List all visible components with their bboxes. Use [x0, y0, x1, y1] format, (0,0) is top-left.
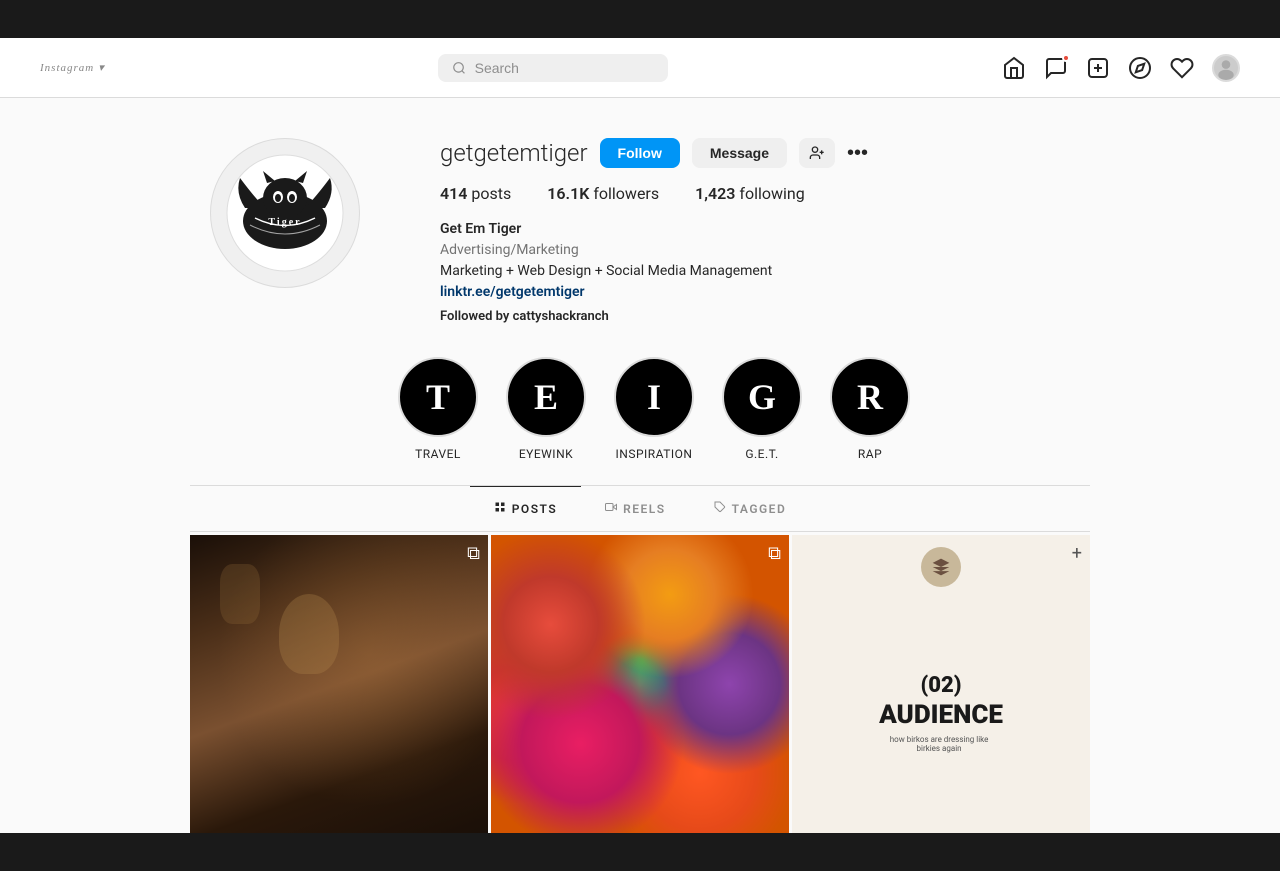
add-friend-button[interactable]	[799, 138, 835, 168]
profile-username: getgetemtiger	[440, 139, 588, 167]
highlight-item-eyewink[interactable]: E EYEWINK	[506, 357, 586, 461]
notification-dot	[1062, 54, 1070, 62]
browser-top-bar	[0, 0, 1280, 38]
profile-stats: 414 posts 16.1K followers 1,423 followin…	[440, 184, 1070, 203]
posts-tab-icon	[494, 501, 506, 517]
tab-tagged[interactable]: TAGGED	[690, 486, 811, 531]
profile-avatar: GET EM Tiger	[210, 138, 360, 288]
highlight-label-inspiration: INSPIRATION	[616, 447, 693, 461]
messenger-icon[interactable]	[1044, 56, 1068, 80]
tagged-tab-label: TAGGED	[732, 502, 787, 516]
logo-chevron: ▾	[98, 61, 105, 74]
person-add-icon	[809, 145, 825, 161]
more-options-button[interactable]: •••	[847, 142, 868, 165]
profile-info: getgetemtiger Follow Message •••	[440, 138, 1070, 327]
tab-reels[interactable]: REELS	[581, 486, 689, 531]
svg-text:Tiger: Tiger	[268, 217, 301, 228]
profile-header: GET EM Tiger getgetemtiger Follow Messag…	[210, 138, 1070, 327]
post-3-title: AUDIENCE	[879, 700, 1003, 731]
highlight-item-g.e.t.[interactable]: G G.E.T.	[722, 357, 802, 461]
highlight-circle-travel: T	[398, 357, 478, 437]
highlight-circle-inspiration: I	[614, 357, 694, 437]
post-3-num: (02)	[879, 673, 1003, 699]
highlight-label-g.e.t.: G.E.T.	[745, 447, 778, 461]
post-3-action-icon: +	[1072, 543, 1082, 564]
follow-button[interactable]: Follow	[600, 138, 680, 168]
avatar-icon[interactable]	[1212, 54, 1240, 82]
grid-item-3[interactable]: (02) AUDIENCE how birkos are dressing li…	[792, 535, 1090, 833]
message-button[interactable]: Message	[692, 138, 787, 168]
profile-section: GET EM Tiger getgetemtiger Follow Messag…	[190, 98, 1090, 327]
post-2-multi-icon: ⧉	[768, 543, 781, 564]
highlights-container: T TRAVEL E EYEWINK I INSPIRATION G G.E.T. R RAP	[398, 357, 910, 461]
posts-grid: ⧉ ⧉ (02) AUDIENCE how birkos are dressin…	[190, 535, 1090, 833]
search-input[interactable]	[475, 60, 655, 76]
bio-link[interactable]: linktr.ee/getgetemtiger	[440, 284, 585, 300]
highlights-section: T TRAVEL E EYEWINK I INSPIRATION G G.E.T. R RAP	[190, 357, 1090, 486]
search-icon	[452, 60, 466, 76]
highlight-label-travel: TRAVEL	[415, 447, 461, 461]
highlight-circle-eyewink: E	[506, 357, 586, 437]
svg-text:GET EM: GET EM	[272, 170, 299, 177]
posts-stat: 414 posts	[440, 184, 511, 203]
post-3-sub: how birkos are dressing like birkies aga…	[879, 735, 999, 754]
post-1-multi-icon: ⧉	[467, 543, 480, 564]
posts-tab-label: POSTS	[512, 502, 557, 516]
add-icon[interactable]	[1086, 56, 1110, 80]
grid-item-1[interactable]: ⧉	[190, 535, 488, 833]
navigation: Instagram ▾	[0, 38, 1280, 98]
highlight-circle-rap: R	[830, 357, 910, 437]
highlight-label-eyewink: EYEWINK	[519, 447, 573, 461]
post-3-text: (02) AUDIENCE how birkos are dressing li…	[879, 673, 1003, 754]
grid-item-2[interactable]: ⧉	[491, 535, 789, 833]
profile-bio: Get Em Tiger Advertising/Marketing Marke…	[440, 219, 1070, 327]
highlight-item-rap[interactable]: R RAP	[830, 357, 910, 461]
post-3-icon	[921, 547, 961, 587]
bio-category: Advertising/Marketing	[440, 240, 1070, 261]
browser-bottom-bar	[0, 833, 1280, 871]
highlight-item-inspiration[interactable]: I INSPIRATION	[614, 357, 694, 461]
logo-text: Instagram	[40, 62, 94, 74]
profile-avatar-image: GET EM Tiger	[225, 153, 345, 273]
instagram-logo[interactable]: Instagram ▾	[40, 61, 105, 74]
profile-top-row: getgetemtiger Follow Message •••	[440, 138, 1070, 168]
nav-icons-group	[1002, 54, 1240, 82]
search-bar[interactable]	[438, 54, 668, 82]
highlight-item-travel[interactable]: T TRAVEL	[398, 357, 478, 461]
bio-followed-by: Followed by cattyshackranch	[440, 307, 1070, 327]
following-stat[interactable]: 1,423 following	[695, 184, 805, 203]
reels-tab-icon	[605, 501, 617, 517]
highlight-circle-g.e.t.: G	[722, 357, 802, 437]
tabs-section: POSTS REELS TAGGED	[190, 486, 1090, 532]
tab-posts[interactable]: POSTS	[470, 486, 581, 531]
highlight-label-rap: RAP	[858, 447, 882, 461]
explore-icon[interactable]	[1128, 56, 1152, 80]
followers-stat[interactable]: 16.1K followers	[547, 184, 659, 203]
tagged-tab-icon	[714, 501, 726, 517]
bio-description: Marketing + Web Design + Social Media Ma…	[440, 261, 1070, 282]
heart-icon[interactable]	[1170, 56, 1194, 80]
bio-name: Get Em Tiger	[440, 219, 1070, 240]
home-icon[interactable]	[1002, 56, 1026, 80]
reels-tab-label: REELS	[623, 502, 665, 516]
